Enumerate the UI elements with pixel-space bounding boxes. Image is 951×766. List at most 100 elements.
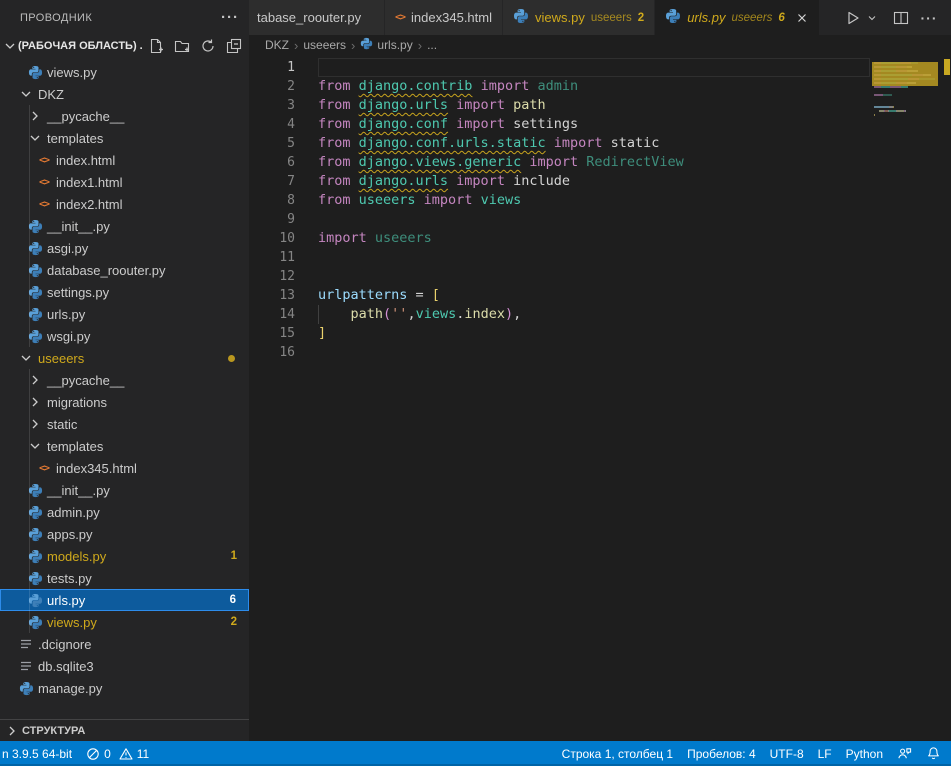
tab-urls-py[interactable]: urls.py useeers 6 xyxy=(655,0,819,35)
tree-item-templates[interactable]: templates xyxy=(0,435,249,457)
breadcrumb-item-useeers[interactable]: useeers xyxy=(303,38,346,52)
new-file-icon[interactable] xyxy=(147,37,165,55)
code-line-content: import useeers xyxy=(318,229,870,248)
new-folder-icon[interactable] xyxy=(173,37,191,55)
minimap-line xyxy=(874,102,940,104)
tab-label: index345.html xyxy=(411,10,492,25)
chevron-right-icon: › xyxy=(294,39,298,52)
tree-item-views.py[interactable]: views.py xyxy=(0,61,249,83)
line-number[interactable]: 8 xyxy=(249,191,318,210)
more-actions-icon[interactable]: ··· xyxy=(917,6,941,30)
code-area[interactable]: 12from django.contrib import admin3from … xyxy=(249,55,870,741)
tab-label: views.py xyxy=(535,10,585,25)
breadcrumb-item-dkz[interactable]: DKZ xyxy=(265,38,289,52)
overview-ruler xyxy=(942,55,951,741)
run-python-file-button[interactable] xyxy=(841,6,865,30)
line-number[interactable]: 4 xyxy=(249,115,318,134)
workspace-section-header[interactable]: (РАБОЧАЯ ОБЛАСТЬ) ... xyxy=(0,35,249,57)
tree-item-__init__.py[interactable]: __init__.py xyxy=(0,479,249,501)
language-mode-status[interactable]: Python xyxy=(839,741,890,766)
line-number[interactable]: 7 xyxy=(249,172,318,191)
tree-item-index1.html[interactable]: <>index1.html xyxy=(0,171,249,193)
tree-item-asgi.py[interactable]: asgi.py xyxy=(0,237,249,259)
outline-section-header[interactable]: СТРУКТУРА xyxy=(0,719,249,741)
tree-item-settings.py[interactable]: settings.py xyxy=(0,281,249,303)
tree-item-templates[interactable]: templates xyxy=(0,127,249,149)
minimap-line xyxy=(874,114,940,116)
tree-item-index345.html[interactable]: <>index345.html xyxy=(0,457,249,479)
tab-database-roouter-py[interactable]: tabase_roouter.py xyxy=(249,0,384,35)
indentation-status[interactable]: Пробелов: 4 xyxy=(680,741,763,766)
run-dropdown-chevron-icon[interactable] xyxy=(865,6,879,30)
line-number[interactable]: 14 xyxy=(249,305,318,324)
line-number[interactable]: 11 xyxy=(249,248,318,267)
problems-status[interactable]: 0 11 xyxy=(79,741,156,766)
tree-item-label: migrations xyxy=(47,395,107,410)
encoding-status[interactable]: UTF-8 xyxy=(763,741,811,766)
line-number[interactable]: 1 xyxy=(249,58,318,77)
feedback-icon[interactable] xyxy=(890,741,919,766)
tree-item-DKZ[interactable]: DKZ xyxy=(0,83,249,105)
notifications-bell-icon[interactable] xyxy=(919,741,951,766)
line-number[interactable]: 15 xyxy=(249,324,318,343)
tree-item-index.html[interactable]: <>index.html xyxy=(0,149,249,171)
code-line-content: from django.contrib import admin xyxy=(318,77,870,96)
line-number[interactable]: 5 xyxy=(249,134,318,153)
tree-item-admin.py[interactable]: admin.py xyxy=(0,501,249,523)
line-number[interactable]: 6 xyxy=(249,153,318,172)
tree-item-tests.py[interactable]: tests.py xyxy=(0,567,249,589)
tree-item-__init__.py[interactable]: __init__.py xyxy=(0,215,249,237)
chevron-right-icon: › xyxy=(418,39,422,52)
breadcrumb-item-symbols[interactable]: ... xyxy=(427,38,437,52)
line-number[interactable]: 12 xyxy=(249,267,318,286)
tree-item-__pycache__[interactable]: __pycache__ xyxy=(0,105,249,127)
minimap-line xyxy=(874,94,940,96)
tab-views-py[interactable]: views.py useeers 2 xyxy=(503,0,654,35)
code-line-16: 16 xyxy=(249,343,870,362)
tree-item-database_roouter.py[interactable]: database_roouter.py xyxy=(0,259,249,281)
close-icon[interactable] xyxy=(795,11,809,25)
refresh-icon[interactable] xyxy=(199,37,217,55)
indent-guide xyxy=(318,305,319,324)
tree-item-urls.py[interactable]: urls.py xyxy=(0,303,249,325)
code-token: from xyxy=(318,192,359,208)
line-number[interactable]: 3 xyxy=(249,96,318,115)
split-editor-icon[interactable] xyxy=(889,6,913,30)
line-number[interactable]: 16 xyxy=(249,343,318,362)
tree-item-useeers[interactable]: useeers xyxy=(0,347,249,369)
code-line-content: from useeers import views xyxy=(318,191,870,210)
line-number[interactable]: 9 xyxy=(249,210,318,229)
tree-item-.dcignore[interactable]: .dcignore xyxy=(0,633,249,655)
tree-item-manage.py[interactable]: manage.py xyxy=(0,677,249,699)
minimap[interactable] xyxy=(874,58,940,122)
html-icon: <> xyxy=(395,12,405,23)
tree-item-wsgi.py[interactable]: wsgi.py xyxy=(0,325,249,347)
tree-item-views.py[interactable]: views.py2 xyxy=(0,611,249,633)
collapse-all-icon[interactable] xyxy=(225,37,243,55)
tree-item-__pycache__[interactable]: __pycache__ xyxy=(0,369,249,391)
tree-item-migrations[interactable]: migrations xyxy=(0,391,249,413)
explorer-more-actions-button[interactable]: ··· xyxy=(221,9,239,26)
tab-index345-html[interactable]: <> index345.html xyxy=(385,0,502,35)
line-number[interactable]: 10 xyxy=(249,229,318,248)
tree-item-db.sqlite3[interactable]: db.sqlite3 xyxy=(0,655,249,677)
tree-item-label: __init__.py xyxy=(47,483,110,498)
code-editor[interactable]: 12from django.contrib import admin3from … xyxy=(249,55,951,741)
python-interpreter-status[interactable]: n 3.9.5 64-bit xyxy=(0,741,79,766)
explorer-sidebar: ПРОВОДНИК ··· (РАБОЧАЯ ОБЛАСТЬ) ... xyxy=(0,0,249,741)
eol-status[interactable]: LF xyxy=(811,741,839,766)
line-number[interactable]: 2 xyxy=(249,77,318,96)
tree-item-urls.py[interactable]: urls.py6 xyxy=(0,589,249,611)
code-token: views xyxy=(481,192,522,208)
line-number[interactable]: 13 xyxy=(249,286,318,305)
tree-item-models.py[interactable]: models.py1 xyxy=(0,545,249,567)
code-line-content: from django.urls import include xyxy=(318,172,870,191)
tree-item-label: index2.html xyxy=(56,197,122,212)
tree-item-apps.py[interactable]: apps.py xyxy=(0,523,249,545)
breadcrumb-item-urls-py[interactable]: urls.py xyxy=(360,37,412,53)
tree-item-index2.html[interactable]: <>index2.html xyxy=(0,193,249,215)
code-token: path xyxy=(513,97,546,113)
cursor-position-status[interactable]: Строка 1, столбец 1 xyxy=(555,741,680,766)
tree-item-label: views.py xyxy=(47,65,97,80)
tree-item-static[interactable]: static xyxy=(0,413,249,435)
